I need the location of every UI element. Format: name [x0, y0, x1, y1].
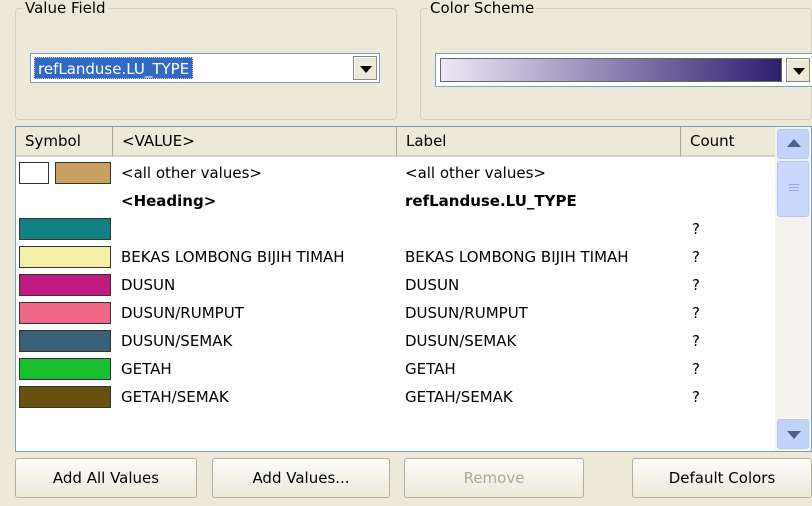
table-row[interactable]: DUSUN/RUMPUT DUSUN/RUMPUT? — [16, 299, 776, 327]
row-count: ? — [692, 276, 700, 294]
symbol-swatch[interactable] — [19, 386, 111, 408]
symbol-swatch[interactable] — [19, 358, 111, 380]
row-value — [121, 215, 402, 243]
chevron-down-icon — [793, 68, 805, 75]
row-count — [692, 187, 762, 215]
row-label: GETAH/SEMAK — [405, 388, 513, 406]
symbol-swatch[interactable] — [55, 162, 111, 184]
row-value: GETAH/SEMAK — [121, 388, 229, 406]
row-label: DUSUN/SEMAK — [405, 332, 517, 350]
arrow-up-icon — [787, 139, 801, 147]
table-header: Symbol <VALUE> Label Count — [16, 127, 776, 157]
blank-symbol-swatch[interactable] — [19, 162, 49, 184]
remove-button[interactable]: Remove — [404, 458, 584, 498]
header-value[interactable]: <VALUE> — [113, 127, 397, 157]
header-symbol[interactable]: Symbol — [16, 127, 113, 157]
table-row[interactable]: GETAH GETAH? — [16, 355, 776, 383]
scroll-thumb[interactable] — [777, 161, 809, 217]
row-count — [692, 159, 762, 187]
color-scheme-group: Color Scheme — [420, 0, 812, 120]
color-scheme-legend: Color Scheme — [428, 0, 537, 17]
table-row[interactable]: DUSUN DUSUN? — [16, 271, 776, 299]
value-field-selected: refLanduse.LU_TYPE — [34, 57, 194, 79]
value-field-dropdown[interactable]: refLanduse.LU_TYPE — [30, 53, 380, 83]
row-value: <Heading> — [121, 192, 217, 210]
table-row[interactable]: <all other values> <all other values> — [16, 159, 776, 187]
value-field-group: Value Field refLanduse.LU_TYPE — [15, 0, 397, 120]
color-scheme-dropdown-button[interactable] — [786, 58, 810, 82]
table-row[interactable]: <Heading> refLanduse.LU_TYPE — [16, 187, 776, 215]
row-count: ? — [692, 360, 700, 378]
row-label — [405, 215, 689, 243]
value-field-legend: Value Field — [23, 0, 108, 17]
symbol-swatch[interactable] — [19, 274, 111, 296]
header-label[interactable]: Label — [397, 127, 681, 157]
value-field-dropdown-button[interactable] — [353, 56, 377, 80]
row-label: DUSUN — [405, 276, 460, 294]
row-count: ? — [692, 304, 700, 322]
row-count: ? — [692, 220, 700, 238]
row-count: ? — [692, 332, 700, 350]
row-value: GETAH — [121, 360, 172, 378]
row-value: DUSUN/SEMAK — [121, 332, 233, 350]
symbol-value-table: Symbol <VALUE> Label Count <all other va… — [15, 126, 812, 452]
symbol-swatch[interactable] — [19, 302, 111, 324]
row-value: <all other values> — [121, 164, 262, 182]
row-count: ? — [692, 388, 700, 406]
row-label: DUSUN/RUMPUT — [405, 304, 528, 322]
grip-icon — [789, 184, 799, 185]
row-count: ? — [692, 248, 700, 266]
scroll-up-button[interactable] — [777, 129, 809, 159]
table-row[interactable]: GETAH/SEMAK GETAH/SEMAK? — [16, 383, 776, 411]
chevron-down-icon — [360, 66, 372, 73]
row-label: GETAH — [405, 360, 456, 378]
symbol-swatch[interactable] — [19, 246, 111, 268]
table-row[interactable]: ? — [16, 215, 776, 243]
row-label: BEKAS LOMBONG BIJIH TIMAH — [405, 248, 629, 266]
row-value: DUSUN — [121, 276, 176, 294]
header-count[interactable]: Count — [681, 127, 776, 157]
row-label: <all other values> — [405, 164, 546, 182]
row-value: BEKAS LOMBONG BIJIH TIMAH — [121, 248, 345, 266]
add-all-values-button[interactable]: Add All Values — [15, 458, 197, 498]
symbol-swatch[interactable] — [19, 218, 111, 240]
arrow-down-icon — [787, 431, 801, 439]
add-values-button[interactable]: Add Values... — [212, 458, 390, 498]
scroll-down-button[interactable] — [777, 419, 809, 449]
color-scheme-dropdown[interactable] — [435, 53, 812, 87]
color-ramp-preview — [440, 58, 782, 82]
vertical-scrollbar[interactable] — [775, 127, 811, 451]
default-colors-button[interactable]: Default Colors — [632, 458, 812, 498]
row-label: refLanduse.LU_TYPE — [405, 192, 577, 210]
row-value: DUSUN/RUMPUT — [121, 304, 244, 322]
table-row[interactable]: BEKAS LOMBONG BIJIH TIMAH BEKAS LOMBONG B… — [16, 243, 776, 271]
symbol-swatch[interactable] — [19, 330, 111, 352]
table-row[interactable]: DUSUN/SEMAK DUSUN/SEMAK? — [16, 327, 776, 355]
